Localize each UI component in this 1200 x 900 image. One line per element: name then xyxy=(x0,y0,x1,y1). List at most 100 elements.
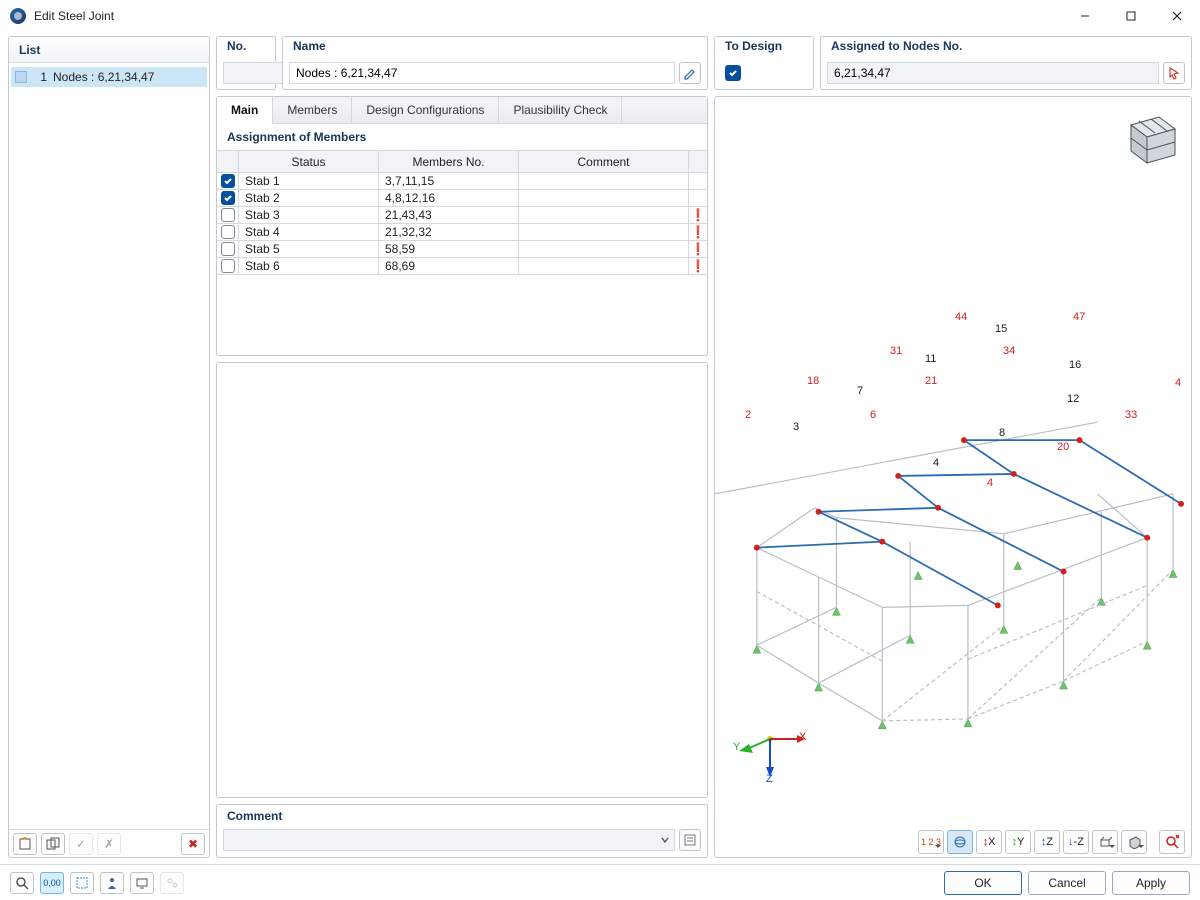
members-section-title: Assignment of Members xyxy=(217,124,707,144)
view-sphere-button[interactable] xyxy=(947,830,973,854)
status-cell: Stab 6 xyxy=(239,258,379,274)
status-cell: Stab 1 xyxy=(239,173,379,189)
maximize-button[interactable] xyxy=(1108,0,1154,32)
table-row[interactable]: Stab 421,32,32❗ xyxy=(217,224,707,241)
member-label: 4 xyxy=(933,457,939,469)
close-button[interactable] xyxy=(1154,0,1200,32)
person-button[interactable] xyxy=(100,872,124,894)
axis-y-button[interactable]: ↕Y xyxy=(1005,830,1031,854)
comment-cell[interactable] xyxy=(519,258,689,274)
exclude-button: ✗ xyxy=(97,833,121,855)
tab-members[interactable]: Members xyxy=(273,97,352,123)
warning-cell xyxy=(689,173,707,189)
comment-cell[interactable] xyxy=(519,224,689,240)
member-label: 7 xyxy=(857,385,863,397)
delete-item-button[interactable]: ✖ xyxy=(181,833,205,855)
comment-combo[interactable] xyxy=(223,829,675,851)
select-mode-button[interactable] xyxy=(70,872,94,894)
tab-design-configurations[interactable]: Design Configurations xyxy=(352,97,499,123)
projection-button[interactable] xyxy=(1092,830,1118,854)
member-label: 15 xyxy=(995,323,1007,335)
node-label: 34 xyxy=(1003,345,1015,357)
warning-cell: ❗ xyxy=(689,224,707,240)
table-row[interactable]: Stab 13,7,11,15 xyxy=(217,173,707,190)
cancel-button[interactable]: Cancel xyxy=(1028,871,1106,895)
member-label: 12 xyxy=(1067,393,1079,405)
node-label: 33 xyxy=(1125,409,1137,421)
member-label: 3 xyxy=(793,421,799,433)
row-checkbox[interactable] xyxy=(221,208,235,222)
to-design-checkbox[interactable] xyxy=(725,65,741,81)
row-checkbox[interactable] xyxy=(221,242,235,256)
row-checkbox[interactable] xyxy=(221,191,235,205)
tab-plausibility-check[interactable]: Plausibility Check xyxy=(499,97,622,123)
comment-cell[interactable] xyxy=(519,241,689,257)
name-label: Name xyxy=(283,37,707,57)
status-cell: Stab 3 xyxy=(239,207,379,223)
reset-view-button[interactable] xyxy=(1159,830,1185,854)
members-cell: 4,8,12,16 xyxy=(379,190,519,206)
viewport-canvas[interactable]: 44473134182126433204151171612384 X Y xyxy=(715,97,1191,827)
list-tree[interactable]: 1 Nodes : 6,21,34,47 xyxy=(9,63,209,829)
no-field-box: No. xyxy=(216,36,276,90)
name-field-box: Name xyxy=(282,36,708,90)
row-checkbox[interactable] xyxy=(221,259,235,273)
name-input[interactable] xyxy=(289,62,675,84)
node-label: 4 xyxy=(987,477,993,489)
apply-button[interactable]: Apply xyxy=(1112,871,1190,895)
node-label: 6 xyxy=(870,409,876,421)
comment-cell[interactable] xyxy=(519,173,689,189)
members-cell: 68,69 xyxy=(379,258,519,274)
view-toolbar: 1 2 3 ↕X ↕Y ↕Z ↓-Z xyxy=(715,827,1191,857)
titlebar: Edit Steel Joint xyxy=(0,0,1200,32)
table-row[interactable]: Stab 558,59❗ xyxy=(217,241,707,258)
bottom-bar: 0,00 OK Cancel Apply xyxy=(0,864,1200,900)
warning-cell: ❗ xyxy=(689,207,707,223)
members-grid: StatusMembers No.Comment Stab 13,7,11,15… xyxy=(217,150,707,275)
comment-label: Comment xyxy=(217,805,707,825)
labels-toggle-button[interactable]: 1 2 3 xyxy=(918,830,944,854)
tab-main[interactable]: Main xyxy=(217,97,273,123)
comment-cell[interactable] xyxy=(519,207,689,223)
ok-button[interactable]: OK xyxy=(944,871,1022,895)
member-label: 16 xyxy=(1069,359,1081,371)
copy-item-button[interactable] xyxy=(41,833,65,855)
members-cell: 21,43,43 xyxy=(379,207,519,223)
units-button[interactable]: 0,00 xyxy=(40,872,64,894)
find-button[interactable] xyxy=(10,872,34,894)
pick-nodes-button[interactable] xyxy=(1163,62,1185,84)
axis-gizmo: X Y Z xyxy=(735,717,805,781)
app-icon xyxy=(10,8,26,24)
warning-cell: ❗ xyxy=(689,258,707,274)
members-cell: 58,59 xyxy=(379,241,519,257)
monitor-button[interactable] xyxy=(130,872,154,894)
table-row[interactable]: Stab 321,43,43 ❗ xyxy=(217,207,707,224)
to-design-label: To Design xyxy=(715,37,813,57)
axis-neg-z-button[interactable]: ↓-Z xyxy=(1063,830,1089,854)
comment-cell[interactable] xyxy=(519,190,689,206)
node-label: 44 xyxy=(955,311,967,323)
viewport-panel: 44473134182126433204151171612384 X Y xyxy=(714,96,1192,858)
row-checkbox[interactable] xyxy=(221,174,235,188)
node-label: 21 xyxy=(925,375,937,387)
editor-panel xyxy=(216,362,708,798)
table-row[interactable]: Stab 24,8,12,16 xyxy=(217,190,707,207)
new-item-button[interactable]: ✦ xyxy=(13,833,37,855)
axis-z-button[interactable]: ↕Z xyxy=(1034,830,1060,854)
member-label: 11 xyxy=(925,353,936,365)
column-header xyxy=(689,151,707,172)
column-header: Comment xyxy=(519,151,689,172)
list-panel: List 1 Nodes : 6,21,34,47 ✦ ✓ ✗ ✖ xyxy=(8,36,210,858)
comment-panel: Comment xyxy=(216,804,708,858)
row-checkbox[interactable] xyxy=(221,225,235,239)
to-design-box: To Design xyxy=(714,36,814,90)
comment-library-button[interactable] xyxy=(679,829,701,851)
render-mode-button[interactable] xyxy=(1121,830,1147,854)
minimize-button[interactable] xyxy=(1062,0,1108,32)
list-item[interactable]: 1 Nodes : 6,21,34,47 xyxy=(11,67,207,87)
assigned-nodes-box: Assigned to Nodes No. xyxy=(820,36,1192,90)
table-row[interactable]: Stab 668,69 ❗ xyxy=(217,258,707,275)
assigned-input[interactable] xyxy=(827,62,1159,84)
edit-name-button[interactable] xyxy=(679,62,701,84)
axis-x-button[interactable]: ↕X xyxy=(976,830,1002,854)
